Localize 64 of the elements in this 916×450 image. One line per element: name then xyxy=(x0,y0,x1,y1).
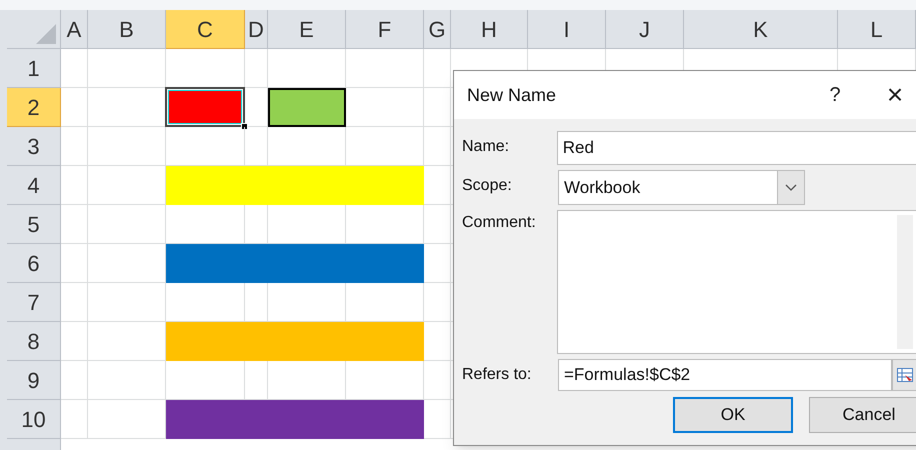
column-header[interactable]: I xyxy=(528,10,606,49)
grid-cell[interactable] xyxy=(61,205,88,244)
row-header[interactable]: 10 xyxy=(7,400,61,439)
row-header[interactable]: 2 xyxy=(7,88,61,127)
grid-cell[interactable] xyxy=(61,127,88,166)
comment-field[interactable] xyxy=(556,210,916,354)
row-header[interactable]: 6 xyxy=(7,244,61,283)
dialog-title: New Name xyxy=(467,84,556,106)
row-header[interactable]: 3 xyxy=(7,127,61,166)
grid-cell[interactable] xyxy=(61,361,88,400)
column-header[interactable]: F xyxy=(346,10,424,49)
column-header[interactable]: D xyxy=(245,10,268,49)
cancel-button[interactable]: Cancel xyxy=(809,397,916,433)
grid-cell[interactable] xyxy=(424,205,451,244)
row-header[interactable]: 4 xyxy=(7,166,61,205)
close-button[interactable]: × xyxy=(880,74,910,116)
refers-to-label: Refers to: xyxy=(462,365,532,385)
grid-cell[interactable] xyxy=(88,205,166,244)
grid-cell[interactable] xyxy=(424,127,451,166)
comment-label: Comment: xyxy=(462,213,537,233)
ok-button[interactable]: OK xyxy=(673,397,793,433)
grid-cell[interactable] xyxy=(424,361,451,400)
range-picker-icon xyxy=(897,368,913,382)
grid-cell[interactable] xyxy=(61,166,88,205)
grid-cell[interactable] xyxy=(88,49,166,88)
grid-cell[interactable] xyxy=(61,88,88,127)
row-header[interactable]: 7 xyxy=(7,283,61,322)
grid-cell[interactable] xyxy=(424,283,451,322)
grid-cell[interactable] xyxy=(61,322,88,361)
range-picker-button[interactable] xyxy=(892,359,916,391)
column-header[interactable]: H xyxy=(451,10,528,49)
fill-handle[interactable] xyxy=(241,123,248,130)
grid-cell[interactable] xyxy=(88,361,166,400)
row-header[interactable]: 8 xyxy=(7,322,61,361)
grid-cell[interactable] xyxy=(61,49,88,88)
grid-cell[interactable] xyxy=(88,127,166,166)
name-label: Name: xyxy=(462,137,510,157)
column-header[interactable]: A xyxy=(61,10,88,49)
grid-cell[interactable] xyxy=(424,49,451,88)
column-header[interactable]: J xyxy=(606,10,684,49)
corner-triangle-icon xyxy=(36,24,56,44)
name-field[interactable]: Red xyxy=(556,131,916,165)
grid-cell[interactable] xyxy=(346,49,424,88)
column-header[interactable]: L xyxy=(838,10,916,49)
refers-to-field[interactable]: =Formulas!$C$2 xyxy=(558,359,892,391)
column-header[interactable]: E xyxy=(268,10,346,49)
column-header[interactable]: G xyxy=(424,10,451,49)
help-button[interactable]: ? xyxy=(820,80,850,110)
grid-cell[interactable] xyxy=(61,283,88,322)
chevron-down-icon xyxy=(777,171,804,204)
row-header[interactable]: 1 xyxy=(7,49,61,88)
row-header[interactable]: 5 xyxy=(7,205,61,244)
select-all-corner[interactable] xyxy=(7,10,61,49)
column-header[interactable]: K xyxy=(684,10,838,49)
grid-cell[interactable] xyxy=(245,49,268,88)
grid-cell[interactable] xyxy=(88,283,166,322)
column-header[interactable]: B xyxy=(88,10,166,49)
grid-cell[interactable] xyxy=(61,400,88,439)
row-header[interactable]: 9 xyxy=(7,361,61,400)
scope-dropdown[interactable]: Workbook xyxy=(558,170,805,205)
grid-cell[interactable] xyxy=(424,88,451,127)
scope-label: Scope: xyxy=(462,176,513,196)
grid-cell[interactable] xyxy=(61,244,88,283)
column-header[interactable]: C xyxy=(166,10,245,49)
